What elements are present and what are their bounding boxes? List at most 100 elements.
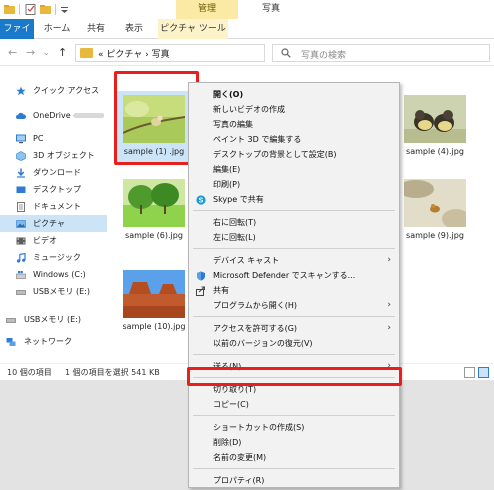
menu-item-rotate-right[interactable]: 右に回転(T) bbox=[189, 215, 399, 230]
menu-item-share[interactable]: 共有 bbox=[189, 283, 399, 298]
menu-item-send-to[interactable]: 送る(N) › bbox=[189, 359, 399, 374]
menu-item-give-access[interactable]: アクセスを許可する(G) › bbox=[189, 321, 399, 336]
music-icon bbox=[16, 253, 26, 263]
menu-item-open[interactable]: 開く(O) bbox=[189, 87, 399, 102]
nav-item-videos[interactable]: ビデオ bbox=[0, 232, 107, 249]
search-placeholder: 写真の検索 bbox=[301, 51, 347, 61]
details-view-icon[interactable] bbox=[464, 367, 475, 378]
nav-item-network[interactable]: ネットワーク bbox=[0, 333, 107, 350]
separator bbox=[19, 4, 20, 15]
menu-separator bbox=[193, 415, 395, 416]
nav-item-quick-access[interactable]: クイック アクセス bbox=[0, 82, 107, 99]
file-item-sample-9[interactable]: sample (9).jpg bbox=[404, 179, 466, 247]
back-arrow-icon[interactable]: ← bbox=[8, 46, 17, 59]
search-input[interactable]: 写真の検索 bbox=[272, 44, 490, 62]
nav-item-usb-e-root[interactable]: USBメモリ (E:) bbox=[0, 311, 107, 328]
thumbnail-ducklings bbox=[404, 95, 466, 143]
nav-item-windows-c[interactable]: Windows (C:) bbox=[0, 266, 107, 283]
address-path: « ピクチャ › 写真 bbox=[98, 50, 170, 60]
tab-share[interactable]: 共有 bbox=[80, 19, 112, 39]
menu-separator bbox=[193, 354, 395, 355]
up-arrow-icon[interactable]: ↑ bbox=[58, 46, 67, 59]
nav-item-downloads[interactable]: ダウンロード bbox=[0, 164, 107, 181]
menu-separator bbox=[193, 316, 395, 317]
file-item-sample-10[interactable]: sample (10).jpg bbox=[123, 270, 185, 338]
menu-item-open-with[interactable]: プログラムから開く(H) › bbox=[189, 298, 399, 313]
manage-context-tab[interactable]: 管理 bbox=[176, 0, 238, 19]
navigation-pane: クイック アクセス OneDrive - PC 3D オブジェクト ダウンロード… bbox=[0, 67, 107, 363]
file-name: sample (4).jpg bbox=[406, 147, 464, 156]
file-name: sample (1) .jpg bbox=[123, 147, 185, 156]
network-icon bbox=[6, 338, 16, 346]
file-item-sample-4[interactable]: sample (4).jpg bbox=[404, 95, 466, 163]
file-name: sample (9).jpg bbox=[406, 231, 464, 240]
menu-item-edit[interactable]: 編集(E) bbox=[189, 162, 399, 177]
cloud-icon bbox=[16, 112, 26, 119]
file-item-sample-1[interactable]: sample (1) .jpg bbox=[117, 91, 191, 163]
star-icon bbox=[16, 86, 26, 96]
usb-icon bbox=[16, 290, 26, 295]
menu-item-properties[interactable]: プロパティ(R) bbox=[189, 473, 399, 488]
menu-separator bbox=[193, 248, 395, 249]
menu-item-defender-scan[interactable]: Microsoft Defender でスキャンする... bbox=[189, 268, 399, 283]
thumbnail-desert-butte bbox=[123, 270, 185, 318]
share-icon bbox=[196, 286, 205, 296]
menu-item-print[interactable]: 印刷(P) bbox=[189, 177, 399, 192]
nav-item-documents[interactable]: ドキュメント bbox=[0, 198, 107, 215]
thumbnail-frog-rocks bbox=[404, 179, 466, 227]
nav-item-onedrive[interactable]: OneDrive - bbox=[0, 107, 107, 124]
nav-item-desktop[interactable]: デスクトップ bbox=[0, 181, 107, 198]
menu-item-edit-paint3d[interactable]: ペイント 3D で編集する bbox=[189, 132, 399, 147]
tab-picture-tools[interactable]: ピクチャ ツール bbox=[158, 19, 228, 39]
document-icon bbox=[17, 202, 25, 212]
tab-file[interactable]: ファイル bbox=[0, 19, 34, 54]
context-menu: 開く(O) 新しいビデオの作成 写真の編集 ペイント 3D で編集する デスクト… bbox=[188, 82, 400, 488]
nav-item-pc[interactable]: PC bbox=[0, 130, 107, 147]
redacted-account bbox=[74, 113, 104, 118]
menu-item-device-cast[interactable]: デバイス キャスト › bbox=[189, 253, 399, 268]
separator bbox=[55, 4, 56, 15]
search-icon bbox=[281, 48, 291, 58]
menu-item-copy[interactable]: コピー(C) bbox=[189, 397, 399, 412]
recent-locations-chevron-icon[interactable]: ⌄ bbox=[43, 48, 50, 57]
properties-icon[interactable] bbox=[25, 4, 36, 15]
menu-item-create-shortcut[interactable]: ショートカットの作成(S) bbox=[189, 420, 399, 435]
nav-item-pictures[interactable]: ピクチャ bbox=[0, 215, 107, 232]
drive-icon bbox=[16, 271, 26, 279]
menu-item-rename[interactable]: 名前の変更(M) bbox=[189, 450, 399, 465]
menu-item-rotate-left[interactable]: 左に回転(L) bbox=[189, 230, 399, 245]
menu-separator bbox=[193, 468, 395, 469]
address-bar[interactable]: « ピクチャ › 写真 ⌄ ↻ bbox=[75, 44, 330, 62]
nav-item-3d-objects[interactable]: 3D オブジェクト bbox=[0, 147, 107, 164]
menu-separator bbox=[193, 377, 395, 378]
usb-icon bbox=[6, 318, 16, 323]
menu-item-delete[interactable]: 削除(D) bbox=[189, 435, 399, 450]
large-icons-view-icon[interactable] bbox=[478, 367, 489, 378]
cube-icon bbox=[16, 151, 26, 161]
title-bar: 管理 写真 bbox=[0, 0, 494, 19]
menu-item-cut[interactable]: 切り取り(T) bbox=[189, 382, 399, 397]
menu-item-set-desktop-background[interactable]: デスクトップの背景として設定(B) bbox=[189, 147, 399, 162]
menu-item-edit-photo[interactable]: 写真の編集 bbox=[189, 117, 399, 132]
address-row: ← → ⌄ ↑ « ピクチャ › 写真 ⌄ ↻ 写真の検索 bbox=[0, 40, 494, 66]
svg-text:S: S bbox=[199, 198, 204, 205]
menu-item-skype-share[interactable]: S Skype で共有 bbox=[189, 192, 399, 207]
nav-item-music[interactable]: ミュージック bbox=[0, 249, 107, 266]
download-icon bbox=[17, 168, 25, 178]
folder-icon bbox=[80, 48, 93, 58]
pc-icon bbox=[16, 134, 26, 144]
file-item-sample-6[interactable]: sample (6).jpg bbox=[123, 179, 185, 247]
menu-item-new-video[interactable]: 新しいビデオの作成 bbox=[189, 102, 399, 117]
tab-view[interactable]: 表示 bbox=[118, 19, 150, 39]
item-count: 10 個の項目 bbox=[7, 368, 52, 377]
defender-shield-icon bbox=[197, 271, 205, 281]
forward-arrow-icon[interactable]: → bbox=[26, 46, 35, 59]
menu-item-restore-previous[interactable]: 以前のバージョンの復元(V) bbox=[189, 336, 399, 351]
video-icon bbox=[16, 237, 26, 245]
submenu-arrow-icon: › bbox=[387, 361, 391, 371]
customize-toolbar-icon[interactable] bbox=[59, 4, 70, 15]
tab-home[interactable]: ホーム bbox=[41, 19, 73, 39]
submenu-arrow-icon: › bbox=[387, 255, 391, 265]
nav-item-usb-e[interactable]: USBメモリ (E:) bbox=[0, 283, 107, 300]
new-folder-icon[interactable] bbox=[40, 4, 51, 15]
